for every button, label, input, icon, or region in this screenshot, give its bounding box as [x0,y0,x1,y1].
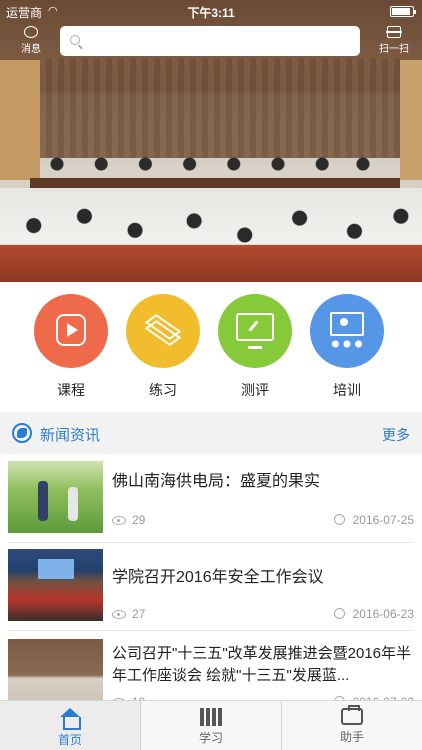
banner-wall [40,58,400,158]
scan-icon [386,26,402,38]
news-thumbnail [8,549,103,621]
tab-assistant[interactable]: 助手 [282,701,422,750]
news-date: 2016-07-25 [333,513,414,527]
news-headline: 佛山南海供电局：盛夏的果实 [112,473,321,490]
eye-icon [112,610,126,619]
status-time: 下午3:11 [187,6,235,20]
play-icon [56,314,86,346]
tab-label: 学习 [198,731,223,745]
training-circle[interactable] [310,294,384,368]
news-thumbnail [8,461,103,533]
message-button[interactable]: 消息 [14,26,48,56]
practice-circle[interactable] [126,294,200,368]
banner-wall-right [400,60,422,180]
message-label: 消息 [21,44,41,55]
feature-label: 测评 [241,382,269,398]
banner-stage-table [30,178,400,188]
feature-training[interactable]: 培训 [307,294,387,400]
monitor-pen-icon [236,313,274,349]
home-icon [59,708,81,730]
clock-icon [333,608,345,619]
feature-practice[interactable]: 练习 [123,294,203,400]
feature-course[interactable]: 课程 [31,294,111,400]
news-headline: 公司召开"十三五"改革发展推进会暨2016年半年工作座谈会 绘就"十三五"发展蓝… [112,645,412,684]
news-section-title: 新闻资讯 [40,427,101,444]
tab-study[interactable]: 学习 [141,701,281,750]
scan-label: 扫一扫 [379,44,409,55]
clock-icon [333,514,345,525]
news-date: 2016-06-23 [333,607,414,621]
search-input[interactable] [88,30,348,52]
tab-bar: 首页 学习 助手 [0,700,422,750]
news-thumbnail [8,639,103,700]
search-box[interactable] [60,26,360,56]
news-item[interactable]: 公司召开"十三五"改革发展推进会暨2016年半年工作座谈会 绘就"十三五"发展蓝… [0,631,422,700]
view-count: 29 [112,513,145,527]
scan-button[interactable]: 扫一扫 [376,26,412,56]
status-bar: 运营商 ◠ 下午3:11 [0,0,422,22]
news-section-header: 新闻资讯 更多 [0,412,422,454]
banner-wall-left [0,60,40,180]
news-item[interactable]: 佛山南海供电局：盛夏的果实 29 2016-07-25 [0,455,422,543]
banner-audience [0,188,422,282]
news-item[interactable]: 学院召开2016年安全工作会议 27 2016-06-23 [0,543,422,631]
feature-evaluation[interactable]: 测评 [215,294,295,400]
books-icon [200,708,222,726]
feature-grid: 课程 练习 测评 培训 [0,282,422,412]
layers-icon [144,314,182,348]
news-headline: 学院召开2016年安全工作会议 [112,569,324,586]
view-count: 27 [112,607,145,621]
feature-label: 练习 [149,382,177,398]
search-icon [70,35,80,45]
eye-icon [112,516,126,525]
feature-label: 培训 [333,382,361,398]
globe-icon [12,423,32,443]
tab-label: 首页 [57,733,82,747]
briefcase-icon [341,705,363,725]
battery-icon [390,6,416,17]
evaluation-circle[interactable] [218,294,292,368]
classroom-icon [326,310,368,350]
tab-home[interactable]: 首页 [0,701,140,750]
chat-bubble-icon [24,26,38,38]
more-link[interactable]: 更多 [382,425,410,445]
course-circle[interactable] [34,294,108,368]
tab-label: 助手 [339,730,364,744]
feature-label: 课程 [57,382,85,398]
